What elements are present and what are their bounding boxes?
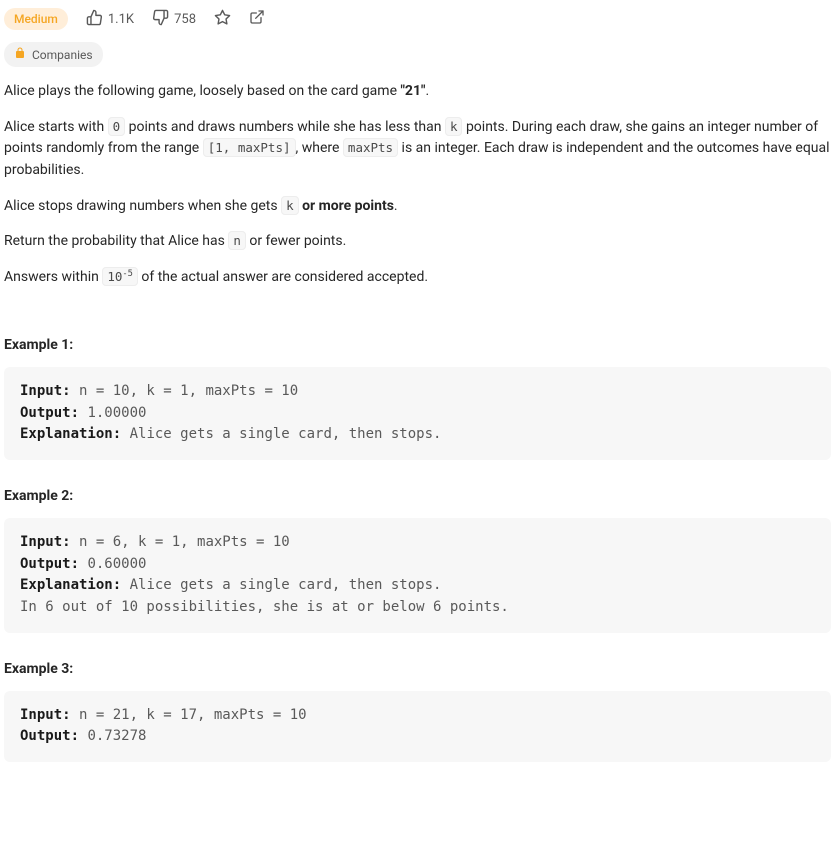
lock-icon [14,47,26,62]
example-heading: Example 3: [4,661,831,677]
share-button[interactable] [249,9,265,29]
problem-header: Medium 1.1K 758 [4,4,831,40]
example-heading: Example 1: [4,337,831,353]
description-p4: Return the probability that Alice has n … [4,231,831,253]
code-literal: 0 [108,117,126,136]
code-literal: [1, maxPts] [203,138,296,157]
like-button[interactable]: 1.1K [86,9,134,30]
difficulty-badge: Medium [4,8,68,30]
example-block: Input: n = 6, k = 1, maxPts = 10 Output:… [4,518,831,633]
description-p1: Alice plays the following game, loosely … [4,81,831,103]
companies-tag[interactable]: Companies [4,42,103,67]
dislike-button[interactable]: 758 [152,9,196,30]
example-block: Input: n = 21, k = 17, maxPts = 10 Outpu… [4,691,831,762]
code-literal: k [445,117,463,136]
code-literal: n [228,231,246,250]
code-literal: 10-5 [102,267,138,286]
like-count: 1.1K [108,12,134,27]
thumbs-down-icon [152,9,169,30]
description-p3: Alice stops drawing numbers when she get… [4,196,831,218]
code-literal: k [281,196,299,215]
thumbs-up-icon [86,9,103,30]
dislike-count: 758 [174,12,196,27]
star-icon [214,9,231,30]
companies-label: Companies [32,48,93,62]
description-p5: Answers within 10-5 of the actual answer… [4,267,831,289]
example-block: Input: n = 10, k = 1, maxPts = 10 Output… [4,367,831,460]
favorite-button[interactable] [214,9,231,30]
description-p2: Alice starts with 0 points and draws num… [4,117,831,182]
share-icon [249,9,265,29]
code-literal: maxPts [343,138,398,157]
example-heading: Example 2: [4,488,831,504]
